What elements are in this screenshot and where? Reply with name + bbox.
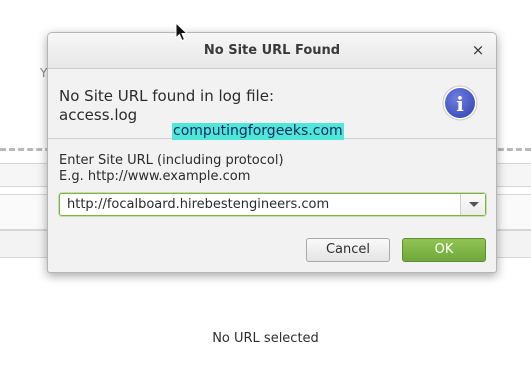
dropdown-button[interactable] — [460, 194, 485, 215]
ok-button[interactable]: OK — [402, 238, 486, 262]
message-area: No Site URL found in log file: access.lo… — [48, 69, 496, 140]
cancel-button[interactable]: Cancel — [306, 238, 390, 262]
watermark-text: computingforgeeks.com — [172, 123, 344, 140]
close-icon[interactable]: × — [470, 42, 486, 58]
url-status-text: No URL selected — [212, 331, 319, 346]
chevron-down-icon — [469, 202, 479, 207]
message-text: No Site URL found in log file: — [59, 87, 274, 105]
log-file-name: access.log — [59, 106, 138, 124]
mouse-cursor-icon — [175, 22, 189, 42]
prompt-example-text: E.g. http://www.example.com — [59, 169, 251, 184]
dialog-title: No Site URL Found — [203, 43, 341, 58]
info-icon-glyph: i — [456, 92, 464, 116]
prompt-text: Enter Site URL (including protocol) — [59, 153, 284, 168]
site-url-input[interactable] — [60, 194, 459, 215]
no-site-url-dialog: No Site URL Found × No Site URL found in… — [47, 32, 497, 273]
info-icon: i — [442, 85, 478, 121]
dialog-titlebar[interactable]: No Site URL Found × — [48, 33, 496, 69]
site-url-combobox[interactable] — [59, 193, 486, 216]
